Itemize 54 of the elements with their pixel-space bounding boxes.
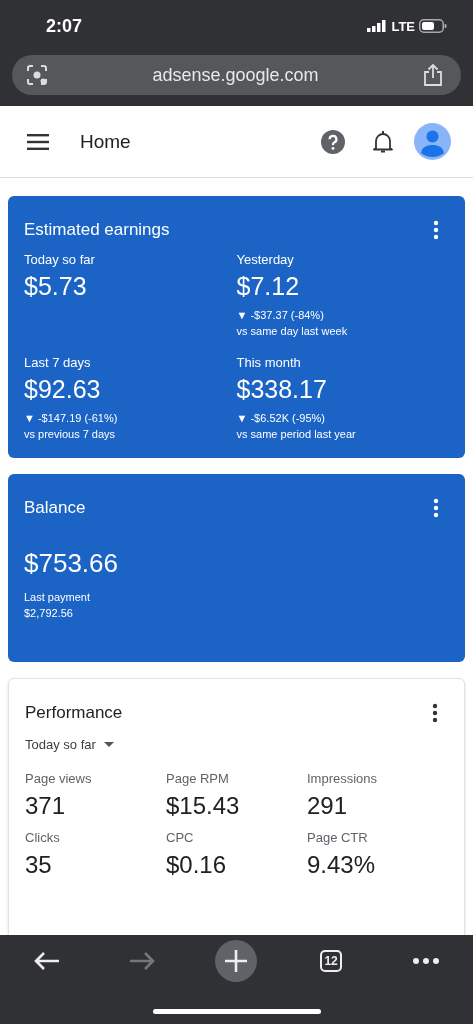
earnings-value: $338.17 — [236, 375, 327, 404]
earnings-value: $5.73 — [24, 272, 87, 301]
help-icon[interactable] — [321, 129, 345, 154]
comparison-text: vs same period last year — [236, 427, 356, 442]
change-text: ▼ -$147.19 (-61%) — [24, 411, 118, 426]
share-icon[interactable] — [423, 63, 443, 87]
tab-count-button[interactable]: 12 — [320, 950, 343, 972]
address-bar[interactable]: adsense.google.com — [12, 55, 461, 95]
metric-value: 35 — [25, 851, 52, 879]
comparison-text: vs previous 7 days — [24, 427, 116, 442]
metric-value: 291 — [307, 792, 348, 820]
metric-label: Impressions — [307, 771, 378, 786]
last-payment-label: Last payment — [24, 590, 91, 605]
url-text: adsense.google.com — [152, 64, 319, 86]
earnings-value: $92.63 — [24, 375, 101, 404]
metric-value: 371 — [25, 792, 66, 820]
comparison-text: vs same day last week — [236, 324, 348, 339]
new-tab-icon[interactable] — [215, 940, 258, 982]
avatar-icon[interactable] — [414, 123, 451, 160]
period-label: Last 7 days — [24, 355, 91, 370]
status-time: 2:07 — [46, 15, 83, 37]
period-label: This month — [236, 355, 301, 370]
battery-icon — [419, 19, 447, 33]
change-text: ▼ -$37.37 (-84%) — [236, 308, 324, 323]
change-text: ▼ -$6.52K (-95%) — [236, 411, 326, 426]
balance-value: $753.66 — [24, 548, 118, 579]
metric-value: $15.43 — [166, 792, 240, 820]
page-title: Home — [80, 130, 132, 153]
period-label: Today so far — [24, 252, 95, 267]
menu-icon[interactable] — [27, 133, 49, 150]
bell-icon[interactable] — [373, 129, 393, 154]
more-icon[interactable] — [412, 958, 439, 964]
card-title: Estimated earnings — [24, 220, 170, 240]
camera-search-icon[interactable] — [26, 64, 48, 86]
period-label: Yesterday — [236, 252, 294, 267]
metric-label: Page views — [25, 771, 92, 786]
network-label: LTE — [391, 18, 415, 34]
back-arrow-icon[interactable] — [33, 950, 62, 972]
card-title: Performance — [25, 703, 123, 723]
range-dropdown[interactable]: Today so far — [25, 737, 114, 752]
more-options-icon[interactable] — [432, 703, 438, 723]
metric-value: $0.16 — [166, 851, 227, 879]
more-options-icon[interactable] — [433, 220, 439, 240]
metric-label: Page CTR — [307, 830, 368, 845]
metric-label: CPC — [166, 830, 194, 845]
metric-label: Page RPM — [166, 771, 229, 786]
metric-value: 9.43% — [307, 851, 376, 879]
metric-label: Clicks — [25, 830, 60, 845]
more-options-icon[interactable] — [433, 498, 439, 518]
caret-icon — [103, 742, 114, 747]
card-title: Balance — [24, 498, 86, 518]
signal-icon — [367, 20, 388, 32]
last-payment-value: $2,792.56 — [24, 606, 73, 621]
earnings-value: $7.12 — [236, 272, 300, 301]
